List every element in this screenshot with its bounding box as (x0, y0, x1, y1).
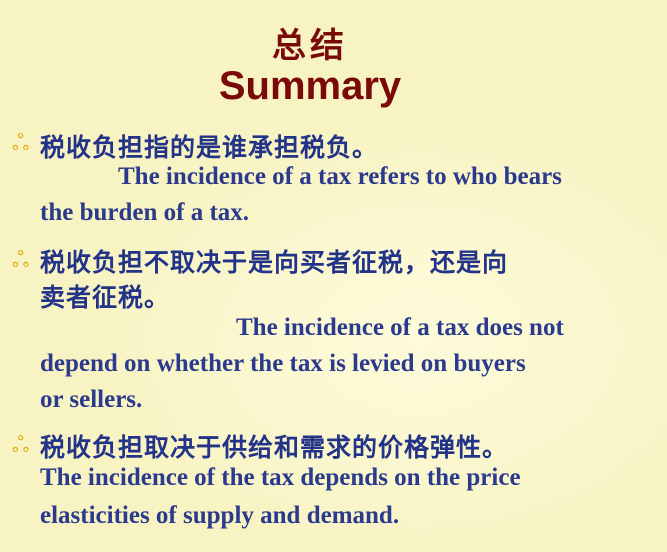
slide-title-english: Summary (218, 64, 402, 108)
point-2-english-line-1: The incidence of a tax does not (236, 314, 564, 341)
decorative-bullet-icon: ஃ (12, 248, 30, 273)
point-2-english-line-3: or sellers. (40, 386, 143, 413)
point-3-english-line-2: elasticities of supply and demand. (40, 502, 400, 529)
point-2-chinese-line-2: 卖者征税。 (40, 283, 171, 312)
decorative-bullet-icon: ஃ (12, 131, 30, 156)
point-1-english-line-1: The incidence of a tax refers to who bea… (118, 163, 562, 190)
point-3-english-line-1: The incidence of the tax depends on the … (40, 464, 521, 491)
point-1-english-line-2: the burden of a tax. (40, 199, 250, 226)
point-2-english-line-2: depend on whether the tax is levied on b… (40, 350, 526, 377)
point-2-chinese-line-1: 税收负担不取决于是向买者征税，还是向 (40, 248, 509, 277)
point-1-chinese-text: 税收负担指的是谁承担税负。 (40, 133, 379, 162)
point-3-chinese-text: 税收负担取决于供给和需求的价格弹性。 (40, 433, 509, 462)
decorative-bullet-icon: ஃ (12, 433, 30, 458)
slide-title-chinese: 总结 (272, 26, 348, 66)
